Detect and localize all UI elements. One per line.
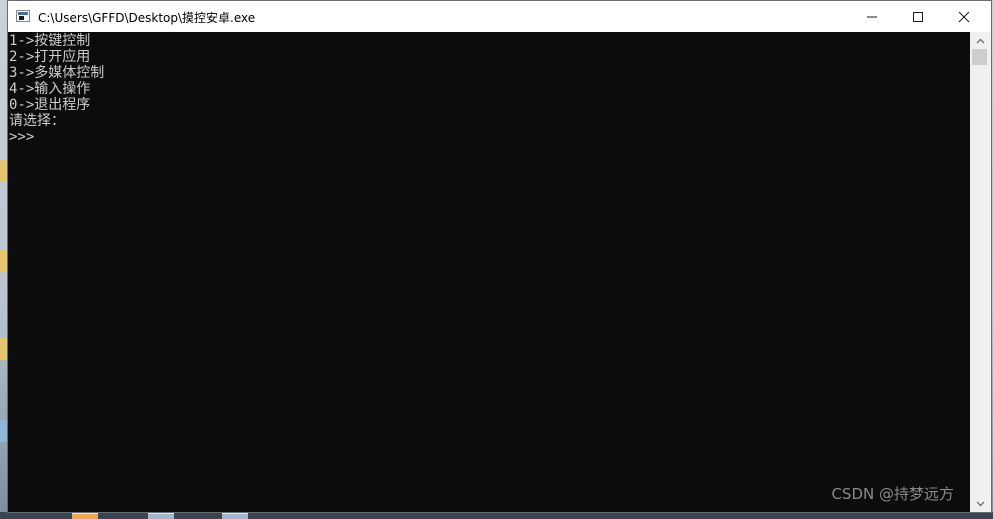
maximize-icon — [913, 12, 923, 22]
minimize-icon — [867, 16, 877, 18]
taskbar-app-icon[interactable] — [148, 513, 174, 519]
title-bar[interactable]: C:\Users\GFFD\Desktop\摸控安卓.exe — [8, 1, 991, 32]
taskbar-app-icon[interactable] — [72, 513, 98, 519]
maximize-button[interactable] — [895, 1, 941, 32]
minimize-button[interactable] — [849, 1, 895, 32]
chevron-down-icon — [976, 501, 985, 507]
taskbar — [0, 512, 993, 519]
scroll-thumb[interactable] — [972, 49, 987, 65]
console-line-prompt-label: 请选择： — [9, 113, 65, 129]
scroll-down-button[interactable] — [970, 495, 991, 512]
scroll-up-button[interactable] — [970, 32, 991, 49]
console-line-menu-1: 1->按键控制 — [9, 33, 91, 49]
console-line-menu-3: 3->多媒体控制 — [9, 65, 105, 81]
window-title: C:\Users\GFFD\Desktop\摸控安卓.exe — [38, 11, 256, 25]
taskbar-app-icon[interactable] — [222, 513, 248, 519]
console-app-icon[interactable] — [16, 10, 30, 22]
console-line-menu-2: 2->打开应用 — [9, 49, 91, 65]
vertical-scrollbar[interactable] — [970, 32, 991, 512]
watermark: CSDN @持梦远方 — [831, 485, 954, 503]
console-output-area[interactable]: 1->按键控制 2->打开应用 3->多媒体控制 4->输入操作 0->退出程序 请选择：… — [8, 32, 970, 512]
close-button[interactable] — [941, 1, 987, 32]
chevron-up-icon — [976, 38, 985, 44]
console-text: 1->按键控制 2->打开应用 3->多媒体控制 4->输入操作 0->退出程序 请选择：… — [9, 33, 104, 145]
console-window: C:\Users\GFFD\Desktop\摸控安卓.exe 1->按键控制 2-… — [7, 0, 992, 513]
close-icon — [958, 11, 970, 23]
console-input-prompt[interactable]: >>> — [9, 129, 104, 145]
console-line-menu-4: 4->输入操作 — [9, 81, 91, 97]
console-line-menu-0: 0->退出程序 — [9, 97, 91, 113]
